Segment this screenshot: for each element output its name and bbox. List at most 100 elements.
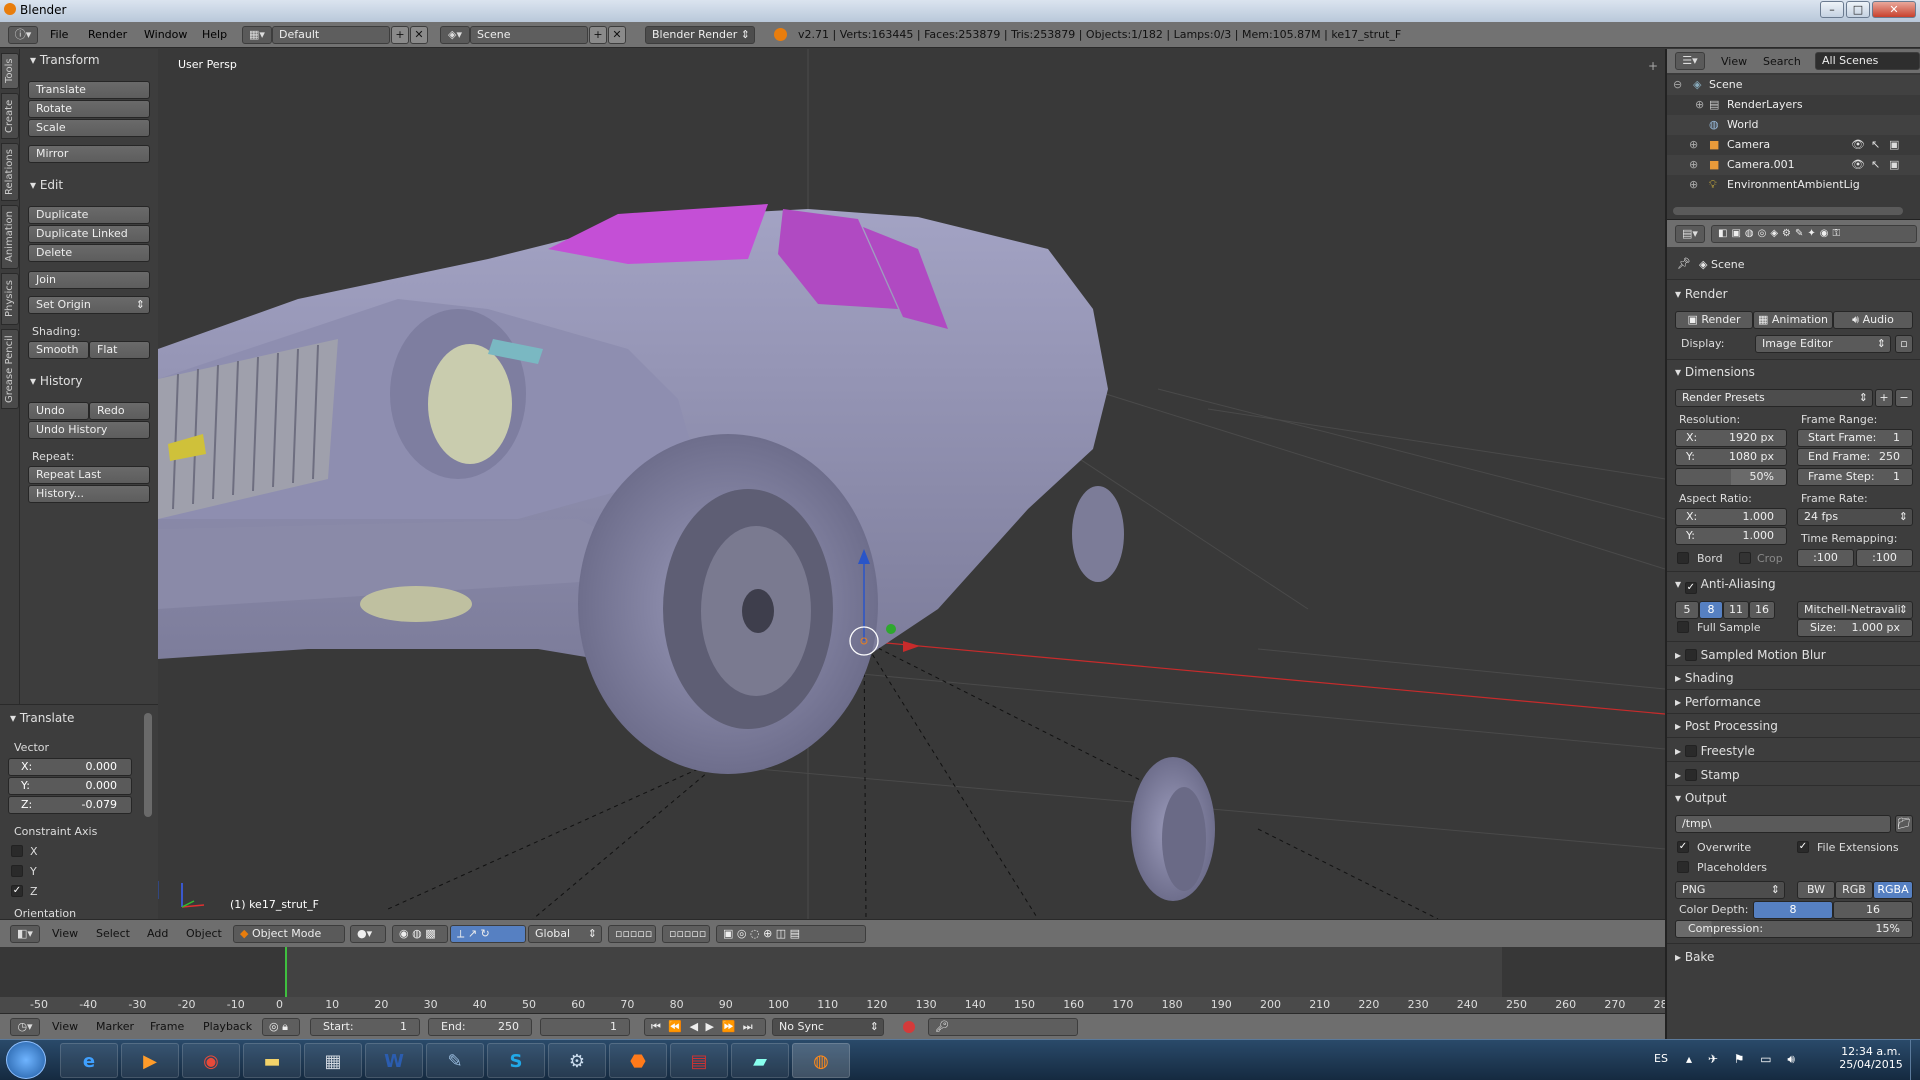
expand-region-icon[interactable]: + — [1648, 59, 1658, 73]
bw-button[interactable]: BW — [1797, 881, 1835, 899]
constraint-y-checkbox[interactable] — [11, 865, 23, 877]
full-sample-checkbox[interactable] — [1677, 621, 1689, 633]
outliner-row[interactable]: ◍ World — [1667, 115, 1920, 135]
menu-view[interactable]: View — [52, 927, 78, 940]
output-path-field[interactable]: /tmp\ — [1675, 815, 1891, 833]
outliner-row[interactable]: ⊕ ■ Camera 👁︎ ↖ ▣ — [1667, 135, 1920, 155]
start-frame-field[interactable]: Start: 1 — [310, 1018, 420, 1036]
remove-scene-button[interactable]: ✕ — [608, 26, 626, 44]
show-desktop-button[interactable] — [1910, 1040, 1920, 1080]
undo-history-button[interactable]: Undo History — [28, 421, 150, 439]
animation-button[interactable]: ▦ Animation — [1753, 311, 1833, 329]
ie-icon[interactable]: e — [60, 1043, 118, 1078]
aspect-x-field[interactable]: X: 1.000 — [1675, 508, 1787, 526]
visibility-icon[interactable]: 👁︎ — [1851, 155, 1865, 175]
border-checkbox[interactable] — [1677, 552, 1689, 564]
aa-sample-5[interactable]: 5 — [1675, 601, 1699, 619]
range-buttons[interactable]: ◎ 🔒︎ — [262, 1018, 300, 1036]
menu-window[interactable]: Window — [144, 27, 187, 44]
outliner-hscroll[interactable] — [1673, 207, 1903, 215]
motion-blur-section-title[interactable]: ▸ Sampled Motion Blur — [1675, 647, 1915, 662]
join-button[interactable]: Join — [28, 271, 150, 289]
menu-view[interactable]: View — [1721, 55, 1747, 68]
scene-icon[interactable]: ◈▾ — [440, 26, 470, 44]
notepad-icon[interactable]: ▰ — [731, 1043, 789, 1078]
performance-section-title[interactable]: ▸ Performance — [1675, 695, 1915, 709]
aa-sample-11[interactable]: 11 — [1723, 601, 1749, 619]
3d-viewport[interactable]: User Persp (1) ke17_strut_F + — [158, 49, 1665, 919]
duplicate-linked-button[interactable]: Duplicate Linked — [28, 225, 150, 243]
layout-icon[interactable]: ▦▾ — [242, 26, 272, 44]
y-axis-handle[interactable] — [886, 624, 896, 634]
bake-section-title[interactable]: ▸ Bake — [1675, 950, 1915, 964]
menu-help[interactable]: Help — [202, 27, 227, 44]
add-scene-button[interactable]: + — [589, 26, 607, 44]
tab-physics[interactable]: Physics — [1, 273, 19, 325]
select-icon[interactable]: ↖ — [1871, 155, 1880, 175]
start-frame-prop[interactable]: Start Frame: 1 — [1797, 429, 1913, 447]
menu-select[interactable]: Select — [96, 927, 130, 940]
format-select[interactable]: PNG ⇕ — [1675, 881, 1785, 899]
translate-op-title[interactable]: ▾ Translate — [10, 711, 74, 725]
blender-task-icon[interactable]: ◍ — [792, 1043, 850, 1078]
history-panel-title[interactable]: ▾ History — [30, 374, 83, 388]
media-player-icon[interactable]: ▶ — [121, 1043, 179, 1078]
aa-section-title[interactable]: ▾ ✓ Anti-Aliasing — [1675, 577, 1915, 594]
depth-16-button[interactable]: 16 — [1833, 901, 1913, 919]
render-section-title[interactable]: ▾ Render — [1675, 287, 1915, 301]
editor-type-icon[interactable]: ☰▾ — [1675, 52, 1705, 70]
current-frame-field[interactable]: 1 — [540, 1018, 630, 1036]
panel-scrollbar[interactable] — [144, 713, 152, 817]
render-presets-select[interactable]: Render Presets ⇕ — [1675, 389, 1873, 407]
constraint-z-checkbox[interactable]: ✓ — [11, 885, 23, 897]
tab-create[interactable]: Create — [1, 93, 19, 139]
menu-playback[interactable]: Playback — [203, 1020, 252, 1033]
aa-sample-8[interactable]: 8 — [1699, 601, 1723, 619]
compression-slider[interactable]: Compression: 15% — [1675, 920, 1913, 938]
menu-file[interactable]: File — [50, 27, 68, 44]
mode-select[interactable]: ◆ Object Mode — [233, 925, 345, 943]
scene-field[interactable]: Scene — [470, 26, 588, 44]
redo-button[interactable]: Redo — [89, 402, 150, 420]
remove-preset-button[interactable]: − — [1895, 389, 1913, 407]
display-mode-select[interactable]: All Scenes — [1815, 52, 1920, 70]
output-section-title[interactable]: ▾ Output — [1675, 791, 1915, 805]
render-button[interactable]: ▣ Render — [1675, 311, 1753, 329]
audio-button[interactable]: 🔊︎ Audio — [1833, 311, 1913, 329]
constraint-x-checkbox[interactable] — [11, 845, 23, 857]
remove-layout-button[interactable]: ✕ — [410, 26, 428, 44]
freestyle-checkbox[interactable] — [1684, 745, 1697, 757]
stamp-checkbox[interactable] — [1684, 769, 1697, 781]
sync-select[interactable]: No Sync ⇕ — [772, 1018, 884, 1036]
flat-button[interactable]: Flat — [89, 341, 150, 359]
tab-grease-pencil[interactable]: Grease Pencil — [1, 329, 19, 409]
select-icon[interactable]: ↖ — [1871, 135, 1880, 155]
frame-rate-select[interactable]: 24 fps ⇕ — [1797, 508, 1913, 526]
mirror-button[interactable]: Mirror — [28, 145, 150, 163]
render-engine-select[interactable]: Blender Render ⇕ — [645, 26, 755, 44]
crop-checkbox[interactable] — [1739, 552, 1751, 564]
resolution-y-field[interactable]: Y: 1080 px — [1675, 448, 1787, 466]
end-frame-prop[interactable]: End Frame: 250 — [1797, 448, 1913, 466]
maximize-button[interactable]: □ — [1846, 1, 1870, 18]
aspect-y-field[interactable]: Y: 1.000 — [1675, 527, 1787, 545]
menu-frame[interactable]: Frame — [150, 1020, 184, 1033]
x-axis-arrow[interactable] — [903, 641, 920, 652]
tray-icons[interactable]: ▴ ✈ ⚑ ▭ 🔊︎ — [1686, 1052, 1801, 1067]
steam-icon[interactable]: ⚙︎ — [548, 1043, 606, 1078]
file-ext-checkbox[interactable]: ✓ — [1797, 841, 1809, 853]
add-preset-button[interactable]: + — [1875, 389, 1893, 407]
depth-8-button[interactable]: 8 — [1753, 901, 1833, 919]
translate-button[interactable]: Translate — [28, 81, 150, 99]
freestyle-section-title[interactable]: ▸ Freestyle — [1675, 743, 1915, 758]
smooth-button[interactable]: Smooth — [28, 341, 89, 359]
placeholders-checkbox[interactable] — [1677, 861, 1689, 873]
render-icon[interactable]: ▣ — [1889, 135, 1899, 155]
outliner-row[interactable]: ⊕ ▤ RenderLayers — [1667, 95, 1920, 115]
menu-object[interactable]: Object — [186, 927, 222, 940]
shading-select[interactable]: ●▾ — [350, 925, 386, 943]
rgba-button[interactable]: RGBA — [1873, 881, 1913, 899]
dimensions-section-title[interactable]: ▾ Dimensions — [1675, 365, 1915, 379]
editor-type-icon[interactable]: ▤▾ — [1675, 225, 1705, 243]
origin-icon[interactable]: ⬣ — [609, 1043, 667, 1078]
